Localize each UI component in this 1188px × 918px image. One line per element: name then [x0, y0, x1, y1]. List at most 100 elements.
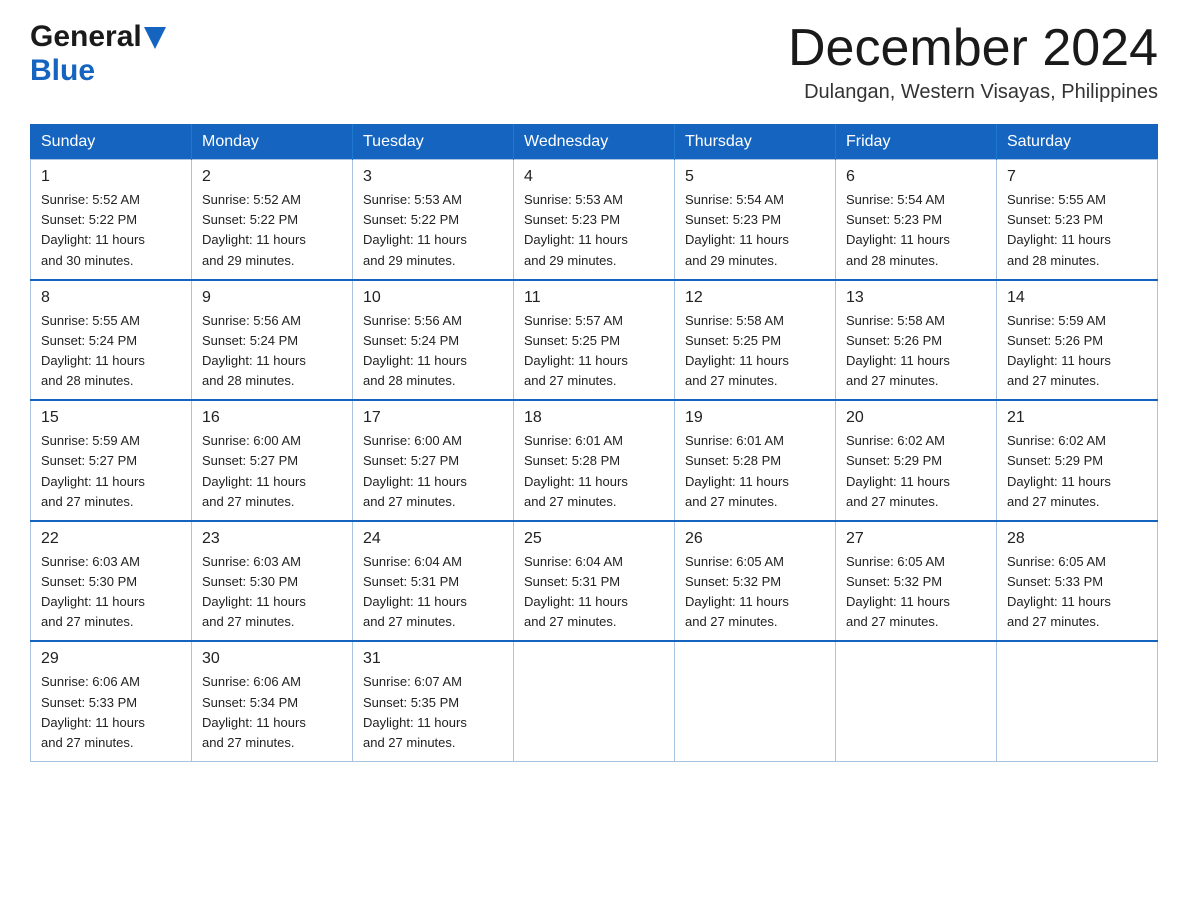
calendar-day-cell: 7 Sunrise: 5:55 AM Sunset: 5:23 PM Dayli…	[997, 160, 1158, 280]
day-number: 17	[363, 409, 503, 427]
calendar-day-cell: 16 Sunrise: 6:00 AM Sunset: 5:27 PM Dayl…	[192, 400, 353, 521]
calendar-week-row: 1 Sunrise: 5:52 AM Sunset: 5:22 PM Dayli…	[31, 160, 1158, 280]
weekday-header-row: SundayMondayTuesdayWednesdayThursdayFrid…	[31, 125, 1158, 160]
page-header: General Blue December 2024 Dulangan, Wes…	[30, 20, 1158, 104]
day-info: Sunrise: 6:04 AM Sunset: 5:31 PM Dayligh…	[524, 552, 664, 633]
day-number: 2	[202, 168, 342, 186]
weekday-header-sunday: Sunday	[31, 125, 192, 160]
day-number: 23	[202, 530, 342, 548]
day-info: Sunrise: 6:01 AM Sunset: 5:28 PM Dayligh…	[685, 431, 825, 512]
month-title: December 2024	[788, 20, 1158, 77]
calendar-day-cell: 20 Sunrise: 6:02 AM Sunset: 5:29 PM Dayl…	[836, 400, 997, 521]
day-number: 12	[685, 289, 825, 307]
calendar-day-cell: 30 Sunrise: 6:06 AM Sunset: 5:34 PM Dayl…	[192, 641, 353, 761]
calendar-day-cell: 11 Sunrise: 5:57 AM Sunset: 5:25 PM Dayl…	[514, 280, 675, 401]
weekday-header-wednesday: Wednesday	[514, 125, 675, 160]
calendar-week-row: 29 Sunrise: 6:06 AM Sunset: 5:33 PM Dayl…	[31, 641, 1158, 761]
calendar-day-cell: 24 Sunrise: 6:04 AM Sunset: 5:31 PM Dayl…	[353, 521, 514, 642]
day-number: 11	[524, 289, 664, 307]
day-number: 4	[524, 168, 664, 186]
calendar-day-cell: 28 Sunrise: 6:05 AM Sunset: 5:33 PM Dayl…	[997, 521, 1158, 642]
day-info: Sunrise: 6:00 AM Sunset: 5:27 PM Dayligh…	[202, 431, 342, 512]
day-number: 7	[1007, 168, 1147, 186]
calendar-day-cell: 18 Sunrise: 6:01 AM Sunset: 5:28 PM Dayl…	[514, 400, 675, 521]
day-number: 30	[202, 650, 342, 668]
day-number: 20	[846, 409, 986, 427]
calendar-day-cell: 3 Sunrise: 5:53 AM Sunset: 5:22 PM Dayli…	[353, 160, 514, 280]
calendar-day-cell	[997, 641, 1158, 761]
calendar-day-cell: 12 Sunrise: 5:58 AM Sunset: 5:25 PM Dayl…	[675, 280, 836, 401]
weekday-header-thursday: Thursday	[675, 125, 836, 160]
weekday-header-friday: Friday	[836, 125, 997, 160]
day-info: Sunrise: 5:53 AM Sunset: 5:22 PM Dayligh…	[363, 190, 503, 271]
day-info: Sunrise: 5:58 AM Sunset: 5:26 PM Dayligh…	[846, 311, 986, 392]
day-number: 21	[1007, 409, 1147, 427]
calendar-day-cell: 8 Sunrise: 5:55 AM Sunset: 5:24 PM Dayli…	[31, 280, 192, 401]
calendar-day-cell: 6 Sunrise: 5:54 AM Sunset: 5:23 PM Dayli…	[836, 160, 997, 280]
day-info: Sunrise: 5:52 AM Sunset: 5:22 PM Dayligh…	[41, 190, 181, 271]
day-info: Sunrise: 6:01 AM Sunset: 5:28 PM Dayligh…	[524, 431, 664, 512]
calendar-day-cell: 5 Sunrise: 5:54 AM Sunset: 5:23 PM Dayli…	[675, 160, 836, 280]
calendar-week-row: 22 Sunrise: 6:03 AM Sunset: 5:30 PM Dayl…	[31, 521, 1158, 642]
day-info: Sunrise: 6:06 AM Sunset: 5:34 PM Dayligh…	[202, 672, 342, 753]
day-number: 9	[202, 289, 342, 307]
day-number: 29	[41, 650, 181, 668]
calendar-day-cell: 19 Sunrise: 6:01 AM Sunset: 5:28 PM Dayl…	[675, 400, 836, 521]
day-number: 25	[524, 530, 664, 548]
calendar-day-cell: 31 Sunrise: 6:07 AM Sunset: 5:35 PM Dayl…	[353, 641, 514, 761]
calendar-day-cell: 14 Sunrise: 5:59 AM Sunset: 5:26 PM Dayl…	[997, 280, 1158, 401]
day-info: Sunrise: 6:05 AM Sunset: 5:32 PM Dayligh…	[685, 552, 825, 633]
location-subtitle: Dulangan, Western Visayas, Philippines	[788, 81, 1158, 104]
calendar-day-cell	[514, 641, 675, 761]
day-info: Sunrise: 5:54 AM Sunset: 5:23 PM Dayligh…	[846, 190, 986, 271]
day-info: Sunrise: 5:52 AM Sunset: 5:22 PM Dayligh…	[202, 190, 342, 271]
day-info: Sunrise: 6:00 AM Sunset: 5:27 PM Dayligh…	[363, 431, 503, 512]
day-info: Sunrise: 5:54 AM Sunset: 5:23 PM Dayligh…	[685, 190, 825, 271]
weekday-header-saturday: Saturday	[997, 125, 1158, 160]
day-info: Sunrise: 5:57 AM Sunset: 5:25 PM Dayligh…	[524, 311, 664, 392]
day-info: Sunrise: 5:53 AM Sunset: 5:23 PM Dayligh…	[524, 190, 664, 271]
calendar-day-cell: 13 Sunrise: 5:58 AM Sunset: 5:26 PM Dayl…	[836, 280, 997, 401]
calendar-day-cell: 10 Sunrise: 5:56 AM Sunset: 5:24 PM Dayl…	[353, 280, 514, 401]
day-info: Sunrise: 5:55 AM Sunset: 5:23 PM Dayligh…	[1007, 190, 1147, 271]
calendar-day-cell: 21 Sunrise: 6:02 AM Sunset: 5:29 PM Dayl…	[997, 400, 1158, 521]
weekday-header-monday: Monday	[192, 125, 353, 160]
day-number: 8	[41, 289, 181, 307]
day-number: 16	[202, 409, 342, 427]
calendar-day-cell: 4 Sunrise: 5:53 AM Sunset: 5:23 PM Dayli…	[514, 160, 675, 280]
calendar-day-cell: 2 Sunrise: 5:52 AM Sunset: 5:22 PM Dayli…	[192, 160, 353, 280]
day-number: 31	[363, 650, 503, 668]
calendar-week-row: 8 Sunrise: 5:55 AM Sunset: 5:24 PM Dayli…	[31, 280, 1158, 401]
day-info: Sunrise: 6:05 AM Sunset: 5:32 PM Dayligh…	[846, 552, 986, 633]
calendar-day-cell	[836, 641, 997, 761]
calendar-day-cell: 23 Sunrise: 6:03 AM Sunset: 5:30 PM Dayl…	[192, 521, 353, 642]
day-info: Sunrise: 6:02 AM Sunset: 5:29 PM Dayligh…	[1007, 431, 1147, 512]
day-info: Sunrise: 6:07 AM Sunset: 5:35 PM Dayligh…	[363, 672, 503, 753]
day-info: Sunrise: 6:03 AM Sunset: 5:30 PM Dayligh…	[41, 552, 181, 633]
day-number: 3	[363, 168, 503, 186]
calendar-week-row: 15 Sunrise: 5:59 AM Sunset: 5:27 PM Dayl…	[31, 400, 1158, 521]
day-number: 6	[846, 168, 986, 186]
calendar-day-cell: 9 Sunrise: 5:56 AM Sunset: 5:24 PM Dayli…	[192, 280, 353, 401]
day-number: 19	[685, 409, 825, 427]
title-area: December 2024 Dulangan, Western Visayas,…	[788, 20, 1158, 104]
day-number: 18	[524, 409, 664, 427]
calendar-day-cell: 26 Sunrise: 6:05 AM Sunset: 5:32 PM Dayl…	[675, 521, 836, 642]
day-number: 14	[1007, 289, 1147, 307]
day-info: Sunrise: 6:06 AM Sunset: 5:33 PM Dayligh…	[41, 672, 181, 753]
day-info: Sunrise: 5:59 AM Sunset: 5:27 PM Dayligh…	[41, 431, 181, 512]
logo: General Blue	[30, 20, 166, 88]
day-number: 5	[685, 168, 825, 186]
calendar-day-cell: 22 Sunrise: 6:03 AM Sunset: 5:30 PM Dayl…	[31, 521, 192, 642]
calendar-day-cell: 29 Sunrise: 6:06 AM Sunset: 5:33 PM Dayl…	[31, 641, 192, 761]
calendar-day-cell: 15 Sunrise: 5:59 AM Sunset: 5:27 PM Dayl…	[31, 400, 192, 521]
day-number: 13	[846, 289, 986, 307]
calendar-table: SundayMondayTuesdayWednesdayThursdayFrid…	[30, 124, 1158, 762]
day-info: Sunrise: 5:59 AM Sunset: 5:26 PM Dayligh…	[1007, 311, 1147, 392]
day-number: 1	[41, 168, 181, 186]
day-number: 27	[846, 530, 986, 548]
logo-triangle-icon	[144, 27, 166, 49]
calendar-day-cell: 1 Sunrise: 5:52 AM Sunset: 5:22 PM Dayli…	[31, 160, 192, 280]
day-info: Sunrise: 5:56 AM Sunset: 5:24 PM Dayligh…	[202, 311, 342, 392]
day-number: 15	[41, 409, 181, 427]
